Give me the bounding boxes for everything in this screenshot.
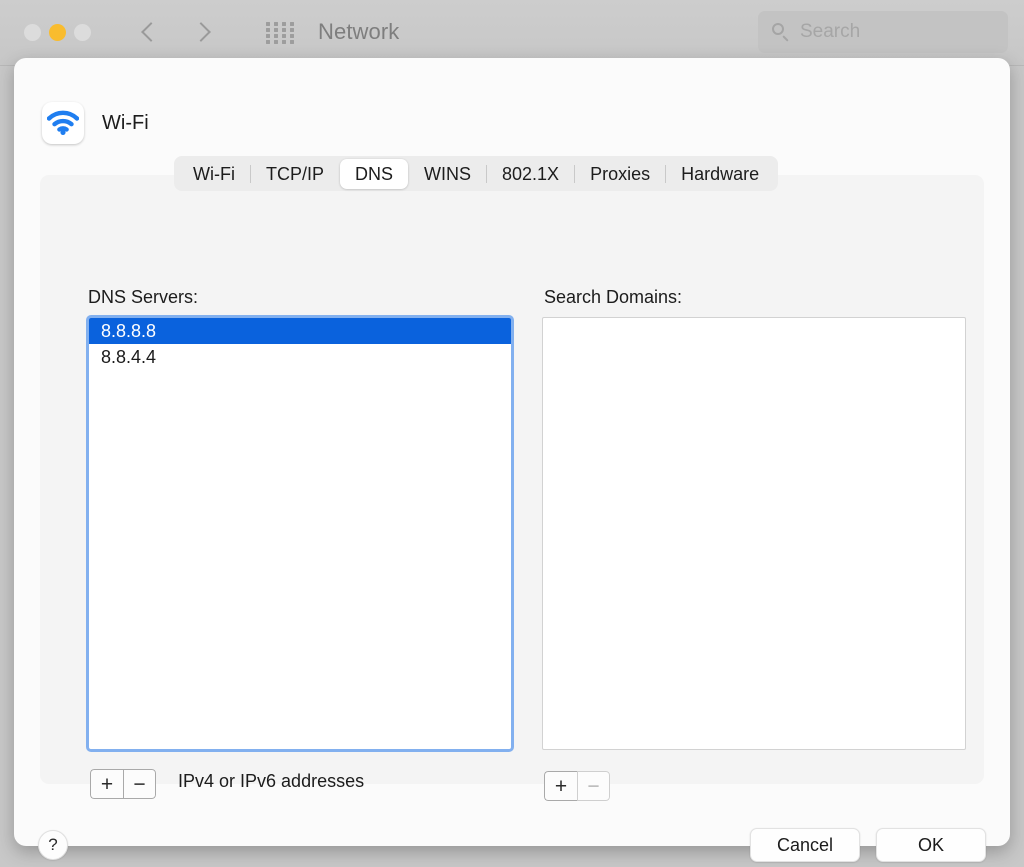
interface-label: Wi-Fi [102,112,149,135]
page-title: Network [318,19,399,45]
traffic-lights [24,24,91,41]
tab-8021x[interactable]: 802.1X [487,159,574,189]
add-dns-server-button[interactable]: + [90,769,123,799]
remove-dns-server-button[interactable]: − [123,769,156,799]
search-input[interactable]: Search [758,11,1008,53]
dns-servers-add-remove: + − [90,769,156,799]
chevron-left-icon[interactable] [140,16,160,50]
add-search-domain-button[interactable]: + [544,771,577,801]
dns-tab-panel: DNS Servers: Search Domains: 8.8.8.8 8.8… [40,175,984,784]
dns-servers-label: DNS Servers: [88,287,198,308]
search-domains-list[interactable] [542,317,966,750]
network-settings-sheet: Wi-Fi Wi-Fi TCP/IP DNS WINS 802.1X Proxi… [14,58,1010,846]
remove-search-domain-button: − [577,771,610,801]
minimize-button[interactable] [49,24,66,41]
list-item[interactable]: 8.8.4.4 [89,344,511,370]
interface-header: Wi-Fi [42,102,149,144]
apps-grid-icon[interactable] [266,22,296,44]
tab-hardware[interactable]: Hardware [666,159,774,189]
tab-dns[interactable]: DNS [340,159,408,189]
cancel-button[interactable]: Cancel [750,828,860,862]
search-domains-label: Search Domains: [544,287,682,308]
list-item[interactable]: 8.8.8.8 [89,318,511,344]
screen: Network Search Wi-Fi Wi-Fi TCP/IP [0,0,1024,867]
ok-button[interactable]: OK [876,828,986,862]
settings-tabbar: Wi-Fi TCP/IP DNS WINS 802.1X Proxies Har… [174,156,778,191]
search-placeholder: Search [800,21,860,43]
close-button[interactable] [24,24,41,41]
window-toolbar: Network Search [0,0,1024,66]
tab-tcpip[interactable]: TCP/IP [251,159,339,189]
tab-wins[interactable]: WINS [409,159,486,189]
tab-wifi[interactable]: Wi-Fi [178,159,250,189]
wifi-icon [42,102,84,144]
search-icon [772,23,791,42]
help-button[interactable]: ? [38,830,68,860]
dns-servers-list[interactable]: 8.8.8.8 8.8.4.4 [86,315,514,752]
tab-proxies[interactable]: Proxies [575,159,665,189]
zoom-button[interactable] [74,24,91,41]
dns-servers-hint: IPv4 or IPv6 addresses [178,771,364,792]
navigation-buttons [140,16,212,50]
chevron-right-icon[interactable] [192,16,212,50]
search-domains-add-remove: + − [544,771,610,801]
